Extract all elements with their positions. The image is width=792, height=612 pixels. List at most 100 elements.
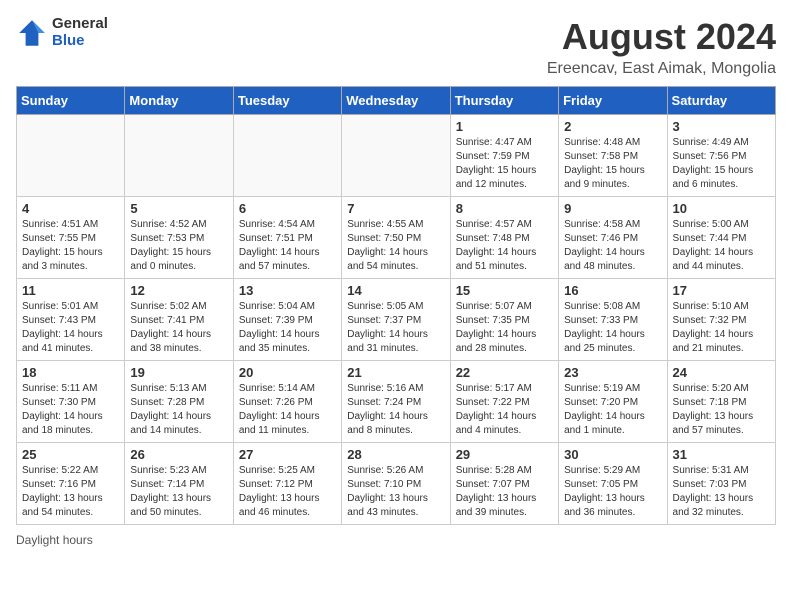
day-number: 15 <box>456 283 553 298</box>
day-number: 30 <box>564 447 661 462</box>
calendar-cell: 30 Sunrise: 5:29 AM Sunset: 7:05 PM Dayli… <box>559 443 667 525</box>
calendar-header-sunday: Sunday <box>17 87 125 115</box>
day-info: Sunrise: 4:58 AM Sunset: 7:46 PM Dayligh… <box>564 218 661 274</box>
day-info: Sunrise: 5:02 AM Sunset: 7:41 PM Dayligh… <box>130 300 227 356</box>
calendar-cell: 28Sunrise: 5:26 AM Sunset: 7:10 PM Dayli… <box>342 443 450 525</box>
legend-label: Daylight hours <box>16 533 93 547</box>
calendar-cell: 6Sunrise: 4:54 AM Sunset: 7:51 PM Daylig… <box>233 197 341 279</box>
calendar-week-3: 11 Sunrise: 5:01 AM Sunset: 7:43 PM Dayli… <box>17 279 776 361</box>
day-number: 18 <box>22 365 119 380</box>
day-number: 23 <box>564 365 661 380</box>
calendar-cell: 29 Sunrise: 5:28 AM Sunset: 7:07 PM Dayli… <box>450 443 558 525</box>
calendar-cell: 25 Sunrise: 5:22 AM Sunset: 7:16 PM Dayli… <box>17 443 125 525</box>
day-info: Sunrise: 5:04 AM Sunset: 7:39 PM Dayligh… <box>239 300 336 356</box>
day-info: Sunrise: 4:54 AM Sunset: 7:51 PM Dayligh… <box>239 218 336 274</box>
legend: Daylight hours <box>16 533 776 547</box>
day-number: 21 <box>347 365 444 380</box>
day-info: Sunrise: 5:17 AM Sunset: 7:22 PM Dayligh… <box>456 382 553 438</box>
day-info: Sunrise: 5:14 AM Sunset: 7:26 PM Dayligh… <box>239 382 336 438</box>
calendar-cell: 14 Sunrise: 5:05 AM Sunset: 7:37 PM Dayli… <box>342 279 450 361</box>
day-info: Sunrise: 5:22 AM Sunset: 7:16 PM Dayligh… <box>22 464 119 520</box>
calendar-cell <box>125 115 233 197</box>
day-info: Sunrise: 5:13 AM Sunset: 7:28 PM Dayligh… <box>130 382 227 438</box>
calendar-cell: 15 Sunrise: 5:07 AM Sunset: 7:35 PM Dayli… <box>450 279 558 361</box>
calendar-week-5: 25 Sunrise: 5:22 AM Sunset: 7:16 PM Dayli… <box>17 443 776 525</box>
calendar-cell: 31 Sunrise: 5:31 AM Sunset: 7:03 PM Dayli… <box>667 443 775 525</box>
logo-general-text: General <box>52 16 108 33</box>
day-number: 11 <box>22 283 119 298</box>
calendar-header-thursday: Thursday <box>450 87 558 115</box>
day-number: 29 <box>456 447 553 462</box>
day-number: 10 <box>673 201 770 216</box>
day-number: 26 <box>130 447 227 462</box>
calendar-cell: 20 Sunrise: 5:14 AM Sunset: 7:26 PM Dayli… <box>233 361 341 443</box>
day-number: 19 <box>130 365 227 380</box>
title-block: August 2024 Ereencav, East Aimak, Mongol… <box>547 16 776 78</box>
page-subtitle: Ereencav, East Aimak, Mongolia <box>547 60 776 78</box>
day-info: Sunrise: 5:16 AM Sunset: 7:24 PM Dayligh… <box>347 382 444 438</box>
day-number: 27 <box>239 447 336 462</box>
day-info: Sunrise: 5:23 AM Sunset: 7:14 PM Dayligh… <box>130 464 227 520</box>
calendar-cell: 9Sunrise: 4:58 AM Sunset: 7:46 PM Daylig… <box>559 197 667 279</box>
day-number: 22 <box>456 365 553 380</box>
calendar-cell: 13 Sunrise: 5:04 AM Sunset: 7:39 PM Dayli… <box>233 279 341 361</box>
calendar-cell: 11 Sunrise: 5:01 AM Sunset: 7:43 PM Dayli… <box>17 279 125 361</box>
calendar-header-friday: Friday <box>559 87 667 115</box>
calendar-cell: 18 Sunrise: 5:11 AM Sunset: 7:30 PM Dayli… <box>17 361 125 443</box>
calendar-cell: 2 Sunrise: 4:48 AM Sunset: 7:58 PM Daylig… <box>559 115 667 197</box>
calendar-header-tuesday: Tuesday <box>233 87 341 115</box>
day-info: Sunrise: 5:01 AM Sunset: 7:43 PM Dayligh… <box>22 300 119 356</box>
calendar-header-monday: Monday <box>125 87 233 115</box>
day-info: Sunrise: 5:31 AM Sunset: 7:03 PM Dayligh… <box>673 464 770 520</box>
day-info: Sunrise: 5:26 AM Sunset: 7:10 PM Dayligh… <box>347 464 444 520</box>
day-number: 8 <box>456 201 553 216</box>
day-info: Sunrise: 5:00 AM Sunset: 7:44 PM Dayligh… <box>673 218 770 274</box>
calendar-header-row: SundayMondayTuesdayWednesdayThursdayFrid… <box>17 87 776 115</box>
day-number: 20 <box>239 365 336 380</box>
day-info: Sunrise: 5:07 AM Sunset: 7:35 PM Dayligh… <box>456 300 553 356</box>
day-info: Sunrise: 5:10 AM Sunset: 7:32 PM Dayligh… <box>673 300 770 356</box>
calendar-week-4: 18 Sunrise: 5:11 AM Sunset: 7:30 PM Dayli… <box>17 361 776 443</box>
day-info: Sunrise: 5:25 AM Sunset: 7:12 PM Dayligh… <box>239 464 336 520</box>
day-number: 7 <box>347 201 444 216</box>
day-number: 2 <box>564 119 661 134</box>
day-number: 24 <box>673 365 770 380</box>
day-number: 14 <box>347 283 444 298</box>
calendar-cell: 17Sunrise: 5:10 AM Sunset: 7:32 PM Dayli… <box>667 279 775 361</box>
calendar: SundayMondayTuesdayWednesdayThursdayFrid… <box>16 86 776 525</box>
day-number: 25 <box>22 447 119 462</box>
calendar-cell: 7 Sunrise: 4:55 AM Sunset: 7:50 PM Daylig… <box>342 197 450 279</box>
day-info: Sunrise: 4:49 AM Sunset: 7:56 PM Dayligh… <box>673 136 770 192</box>
day-number: 13 <box>239 283 336 298</box>
calendar-header-saturday: Saturday <box>667 87 775 115</box>
day-info: Sunrise: 5:11 AM Sunset: 7:30 PM Dayligh… <box>22 382 119 438</box>
day-info: Sunrise: 5:28 AM Sunset: 7:07 PM Dayligh… <box>456 464 553 520</box>
calendar-cell: 26 Sunrise: 5:23 AM Sunset: 7:14 PM Dayli… <box>125 443 233 525</box>
calendar-cell: 21 Sunrise: 5:16 AM Sunset: 7:24 PM Dayli… <box>342 361 450 443</box>
calendar-cell: 3 Sunrise: 4:49 AM Sunset: 7:56 PM Daylig… <box>667 115 775 197</box>
logo-blue-text: Blue <box>52 33 108 50</box>
calendar-week-2: 4Sunrise: 4:51 AM Sunset: 7:55 PM Daylig… <box>17 197 776 279</box>
day-number: 12 <box>130 283 227 298</box>
day-number: 3 <box>673 119 770 134</box>
logo-icon <box>16 17 48 49</box>
day-number: 31 <box>673 447 770 462</box>
calendar-cell: 19 Sunrise: 5:13 AM Sunset: 7:28 PM Dayli… <box>125 361 233 443</box>
calendar-cell: 4Sunrise: 4:51 AM Sunset: 7:55 PM Daylig… <box>17 197 125 279</box>
day-info: Sunrise: 4:51 AM Sunset: 7:55 PM Dayligh… <box>22 218 119 274</box>
calendar-cell: 1Sunrise: 4:47 AM Sunset: 7:59 PM Daylig… <box>450 115 558 197</box>
calendar-week-1: 1Sunrise: 4:47 AM Sunset: 7:59 PM Daylig… <box>17 115 776 197</box>
day-info: Sunrise: 4:48 AM Sunset: 7:58 PM Dayligh… <box>564 136 661 192</box>
day-info: Sunrise: 4:57 AM Sunset: 7:48 PM Dayligh… <box>456 218 553 274</box>
day-info: Sunrise: 5:05 AM Sunset: 7:37 PM Dayligh… <box>347 300 444 356</box>
day-info: Sunrise: 5:19 AM Sunset: 7:20 PM Dayligh… <box>564 382 661 438</box>
day-info: Sunrise: 5:29 AM Sunset: 7:05 PM Dayligh… <box>564 464 661 520</box>
day-info: Sunrise: 4:55 AM Sunset: 7:50 PM Dayligh… <box>347 218 444 274</box>
calendar-cell: 12 Sunrise: 5:02 AM Sunset: 7:41 PM Dayli… <box>125 279 233 361</box>
day-number: 16 <box>564 283 661 298</box>
calendar-cell: 10 Sunrise: 5:00 AM Sunset: 7:44 PM Dayli… <box>667 197 775 279</box>
day-number: 5 <box>130 201 227 216</box>
page-title: August 2024 <box>547 16 776 58</box>
calendar-cell: 27 Sunrise: 5:25 AM Sunset: 7:12 PM Dayli… <box>233 443 341 525</box>
logo: General Blue <box>16 16 108 49</box>
